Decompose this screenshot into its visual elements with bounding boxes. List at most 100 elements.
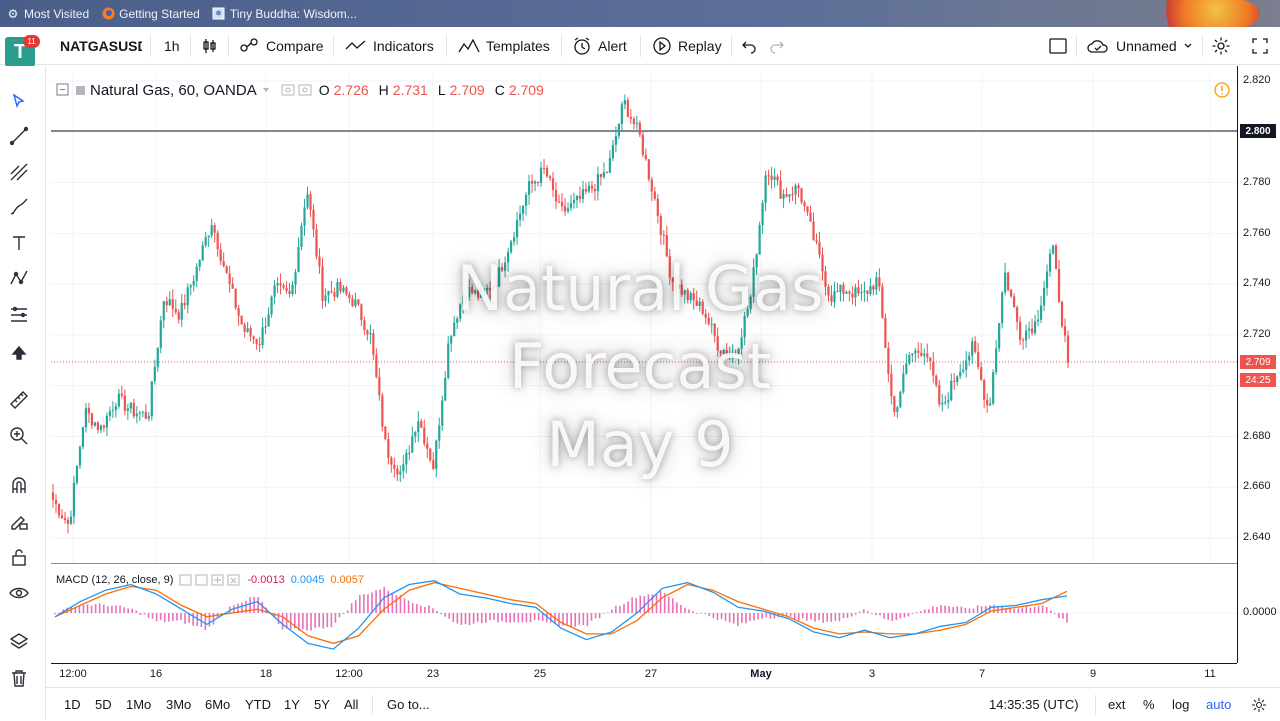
- macd-histogram-bar: [472, 613, 475, 624]
- range-all-button[interactable]: All: [344, 688, 358, 721]
- percent-scale-toggle[interactable]: %: [1143, 688, 1155, 721]
- templates-button[interactable]: Templates: [458, 27, 550, 65]
- prediction-tool[interactable]: [8, 303, 30, 325]
- macd-histogram-bar: [513, 613, 516, 623]
- time-tick: 23: [426, 668, 440, 680]
- macd-zero-label: 0.0000: [1243, 606, 1277, 618]
- range-5y-button[interactable]: 5Y: [314, 688, 330, 721]
- extended-hours-toggle[interactable]: ext: [1108, 688, 1125, 721]
- candle-body: [596, 174, 600, 192]
- candle-body: [246, 328, 249, 332]
- macd-histogram-bar: [712, 613, 715, 619]
- macd-histogram-bar: [761, 613, 763, 619]
- macd-histogram-bar: [485, 613, 487, 623]
- price-chart[interactable]: [51, 73, 1237, 564]
- stay-in-drawing-tool[interactable]: [8, 510, 30, 532]
- macd-histogram-bar: [753, 613, 755, 621]
- macd-histogram-bar: [728, 613, 731, 623]
- candle-body: [465, 296, 468, 298]
- object-tree-tool[interactable]: [8, 631, 30, 653]
- compare-button[interactable]: Compare: [238, 27, 324, 65]
- macd-histogram-bar: [257, 596, 260, 613]
- auto-scale-toggle[interactable]: auto: [1206, 688, 1231, 721]
- macd-histogram-bar: [176, 613, 178, 621]
- log-scale-toggle[interactable]: log: [1172, 688, 1189, 721]
- candle-body: [177, 312, 180, 320]
- chart-type-button[interactable]: [201, 27, 219, 65]
- range-1mo-button[interactable]: 1Mo: [126, 688, 151, 721]
- fib-tool[interactable]: [8, 161, 30, 183]
- goto-button[interactable]: Go to...: [387, 688, 430, 721]
- candle-body: [120, 393, 123, 396]
- zoom-tool[interactable]: [8, 425, 30, 447]
- macd-histogram-bar: [749, 613, 751, 622]
- settings-button[interactable]: [1211, 27, 1231, 65]
- arrow-up-tool[interactable]: [8, 342, 30, 364]
- indicators-button[interactable]: Indicators: [345, 27, 434, 65]
- range-5d-button[interactable]: 5D: [95, 688, 112, 721]
- legend-actions-icon[interactable]: [281, 83, 315, 97]
- candle-body: [261, 327, 264, 346]
- interval-button[interactable]: 1h: [164, 27, 180, 65]
- bookmark-getting-started[interactable]: Getting Started: [101, 7, 200, 21]
- indicators-label: Indicators: [373, 38, 434, 54]
- remove-drawings-tool[interactable]: [8, 667, 30, 689]
- chart-properties-button[interactable]: [1251, 688, 1267, 721]
- macd-histogram-bar: [363, 594, 365, 613]
- candle-body: [474, 290, 477, 294]
- replay-button[interactable]: Replay: [652, 27, 722, 65]
- candle-body: [767, 175, 770, 177]
- candle-body: [914, 350, 917, 354]
- bookmark-most-visited[interactable]: ⚙ Most Visited: [6, 7, 90, 21]
- alert-indicator[interactable]: [1213, 81, 1231, 104]
- candle-body: [237, 307, 240, 316]
- redo-button[interactable]: [769, 27, 785, 65]
- bookmark-tiny-buddha[interactable]: Tiny Buddha: Wisdom...: [212, 7, 357, 21]
- candle-body: [980, 367, 983, 381]
- macd-label[interactable]: MACD (12, 26, close, 9): [56, 574, 173, 586]
- flag-icon[interactable]: [74, 84, 86, 96]
- price-axis[interactable]: 2.820 2.780 2.760 2.740 2.720 2.680 2.66…: [1237, 66, 1280, 663]
- fullscreen-layout-button[interactable]: [1048, 27, 1068, 65]
- alert-button[interactable]: Alert: [572, 27, 627, 65]
- range-6mo-button[interactable]: 6Mo: [205, 688, 230, 721]
- symbol-search[interactable]: NATGASUSD: [60, 27, 142, 65]
- macd-histogram-bar: [741, 613, 743, 623]
- candle-body: [872, 285, 875, 290]
- macd-histogram-bar: [834, 613, 837, 621]
- macd-histogram-bar: [517, 613, 520, 623]
- brush-tool[interactable]: [8, 196, 30, 218]
- hide-drawings-tool[interactable]: [8, 582, 30, 604]
- cursor-tool[interactable]: [8, 90, 30, 112]
- magnet-icon: [12, 477, 26, 493]
- collapse-icon[interactable]: [56, 83, 70, 97]
- text-tool[interactable]: [8, 232, 30, 254]
- candle-body: [515, 219, 519, 238]
- range-3mo-button[interactable]: 3Mo: [166, 688, 191, 721]
- utc-clock[interactable]: 14:35:35 (UTC): [989, 688, 1079, 721]
- macd-histogram-bar: [842, 613, 845, 619]
- legend-title[interactable]: Natural Gas, 60, OANDA: [90, 82, 257, 99]
- caret-down-icon[interactable]: [261, 85, 271, 95]
- candle-body: [378, 376, 381, 396]
- range-1y-button[interactable]: 1Y: [284, 688, 300, 721]
- candle-body: [507, 251, 510, 263]
- range-1d-button[interactable]: 1D: [64, 688, 81, 721]
- indicator-actions-icon[interactable]: [179, 574, 241, 586]
- candle-body: [704, 313, 707, 318]
- undo-button[interactable]: [741, 27, 757, 65]
- pattern-tool[interactable]: [8, 267, 30, 289]
- lock-drawings-tool[interactable]: [8, 546, 30, 568]
- candle-body: [192, 280, 195, 286]
- trend-line-tool[interactable]: [8, 125, 30, 147]
- fullscreen-button[interactable]: [1251, 27, 1269, 65]
- candle-body: [384, 426, 387, 440]
- layout-menu[interactable]: Unnamed: [1086, 27, 1193, 65]
- time-axis[interactable]: 12:00 16 18 12:00 23 25 27 May 3 7 9 11: [51, 663, 1237, 685]
- candle-body: [84, 408, 88, 428]
- magnet-tool[interactable]: [8, 474, 30, 496]
- range-ytd-button[interactable]: YTD: [245, 688, 271, 721]
- ruler-tool[interactable]: [8, 389, 30, 411]
- macd-histogram-bar: [566, 613, 568, 625]
- macd-histogram-bar: [139, 613, 142, 615]
